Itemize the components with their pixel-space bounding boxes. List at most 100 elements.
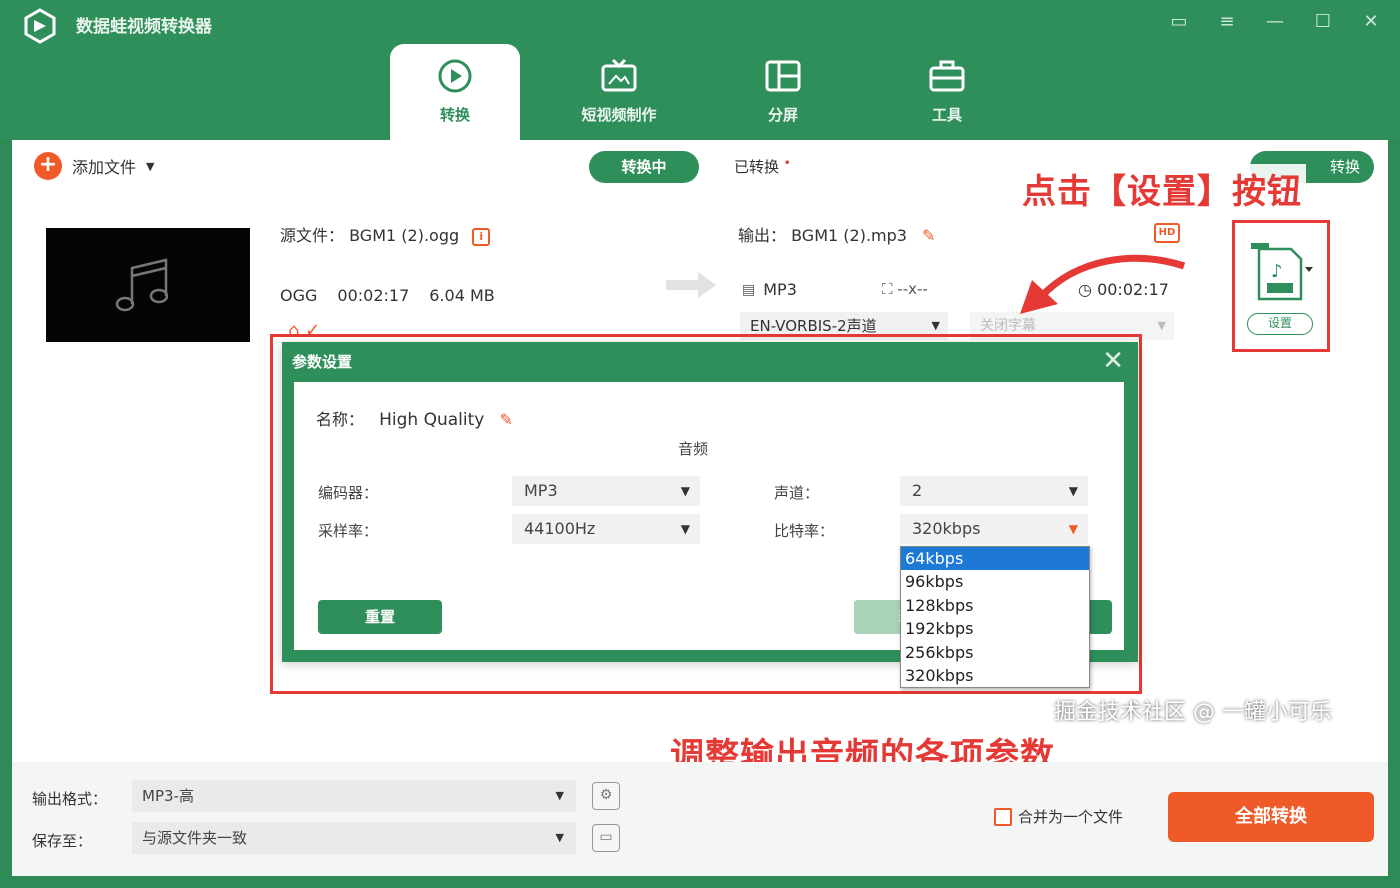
settings-button[interactable]: 设置 xyxy=(1247,313,1313,335)
convert-all-button[interactable]: 全部转换 xyxy=(1168,792,1374,842)
bitrate-option[interactable]: 96kbps xyxy=(901,570,1089,593)
bitrate-option[interactable]: 320kbps xyxy=(901,664,1089,687)
reset-button[interactable]: 重置 xyxy=(318,600,442,634)
output-file: 输出： BGM1 (2).mp3 ✎ xyxy=(738,222,935,246)
audio-section-title: 音频 xyxy=(678,440,709,458)
hd-icon[interactable]: HD xyxy=(1154,223,1180,243)
sample-rate-label: 采样率： xyxy=(318,522,379,540)
arrow-right-icon xyxy=(666,272,716,298)
feedback-icon[interactable]: ▭ xyxy=(1162,8,1196,36)
output-format-value: MP3 xyxy=(763,280,797,299)
source-label: 源文件： xyxy=(280,226,345,245)
bottom-bar: 输出格式： MP3-高 ▼ ⚙ 保存至： 与源文件夹一致 ▼ ▭ 合并为一个文件… xyxy=(12,762,1388,876)
bitrate-option[interactable]: 192kbps xyxy=(901,617,1089,640)
close-icon[interactable]: ✕ xyxy=(1354,8,1388,36)
app-logo-icon xyxy=(24,8,56,44)
bitrate-label: 比特率： xyxy=(774,522,835,540)
sample-rate-value: 44100Hz xyxy=(524,519,596,538)
merge-option[interactable]: 合并为一个文件 xyxy=(994,806,1123,827)
edit-icon[interactable]: ✎ xyxy=(499,410,512,429)
output-format: ▤ MP3 xyxy=(742,280,797,299)
menu-icon[interactable]: ≡ xyxy=(1210,8,1244,36)
main-panel: + 添加文件 ▼ 转换中 已转换 • 转换 点击【设置】按钮 源文件： BGM1… xyxy=(12,140,1388,876)
annotation-top: 点击【设置】按钮 xyxy=(1018,164,1306,213)
tab-convert[interactable]: 转换 xyxy=(390,44,520,140)
expand-icon: ⛶ xyxy=(882,280,893,298)
dialog-title: 参数设置 xyxy=(292,353,353,371)
main-tabs: 转换 短视频制作 分屏 工具 xyxy=(390,44,1012,140)
encoder-label: 编码器： xyxy=(318,484,379,502)
split-screen-icon xyxy=(765,60,801,92)
format-settings-icon[interactable]: ⚙ xyxy=(592,782,620,810)
add-file-button[interactable]: + 添加文件 ▼ xyxy=(34,152,154,180)
music-note-icon xyxy=(115,258,169,312)
chevron-down-icon[interactable]: ▼ xyxy=(146,160,154,173)
channel-select[interactable]: 2 ▼ xyxy=(900,476,1088,506)
source-filename: BGM1 (2).ogg xyxy=(349,226,460,245)
source-format: OGG xyxy=(280,286,318,305)
annotation-arrow-icon xyxy=(1020,254,1186,314)
window-controls: ▭ ≡ — ☐ ✕ xyxy=(1162,8,1388,36)
file-thumbnail xyxy=(46,228,250,342)
folder-icon[interactable]: ▭ xyxy=(592,824,620,852)
tab-converted[interactable]: 已转换 • xyxy=(734,156,791,177)
resolution-value: --x-- xyxy=(897,280,928,298)
bitrate-option[interactable]: 256kbps xyxy=(901,641,1089,664)
film-icon: ▤ xyxy=(742,281,756,298)
output-label: 输出： xyxy=(738,226,787,245)
close-icon[interactable]: ✕ xyxy=(1102,346,1124,376)
channel-value: 2 xyxy=(912,481,923,500)
chevron-down-icon: ▼ xyxy=(680,484,690,498)
output-resolution: ⛶ --x-- xyxy=(882,280,928,298)
save-to-value: 与源文件夹一致 xyxy=(142,829,248,847)
name-label: 名称： xyxy=(316,410,365,429)
tab-label: 工具 xyxy=(931,106,962,124)
maximize-icon[interactable]: ☐ xyxy=(1306,8,1340,36)
source-file: 源文件： BGM1 (2).ogg i xyxy=(280,222,491,246)
tab-converted-label: 已转换 xyxy=(734,158,780,176)
tab-label: 短视频制作 xyxy=(581,106,657,124)
channel-label: 声道： xyxy=(774,484,820,502)
minimize-icon[interactable]: — xyxy=(1258,8,1292,36)
chevron-down-icon: ▼ xyxy=(555,789,564,802)
encoder-value: MP3 xyxy=(524,481,558,500)
title-bar: 数据蛙视频转换器 ▭ ≡ — ☐ ✕ 转换 短视频制作 分屏 工具 xyxy=(0,0,1400,140)
profile-name: 名称： High Quality ✎ xyxy=(316,406,513,430)
source-meta: OGG 00:02:17 6.04 MB xyxy=(280,286,495,305)
tab-split-screen[interactable]: 分屏 xyxy=(718,44,848,140)
output-format-select[interactable]: MP3-高 ▼ xyxy=(132,780,576,812)
save-to-select[interactable]: 与源文件夹一致 ▼ xyxy=(132,822,576,854)
output-filename: BGM1 (2).mp3 xyxy=(791,226,907,245)
bitrate-value: 320kbps xyxy=(912,519,981,538)
notification-dot-icon: • xyxy=(783,156,791,170)
subtitle-value: 关闭字幕 xyxy=(980,318,1036,334)
audio-file-settings-icon[interactable]: ♪ xyxy=(1249,241,1315,305)
tab-tools[interactable]: 工具 xyxy=(882,44,1012,140)
source-size: 6.04 MB xyxy=(429,286,495,305)
source-duration: 00:02:17 xyxy=(337,286,410,305)
watermark: 掘金技术社区 @ 一罐小可乐 xyxy=(1054,700,1332,725)
audio-track-value: EN-VORBIS-2声道 xyxy=(750,317,877,335)
save-to-label: 保存至： xyxy=(32,832,93,850)
merge-label: 合并为一个文件 xyxy=(1018,808,1124,826)
output-format-label: 输出格式： xyxy=(32,790,108,808)
name-value: High Quality xyxy=(379,410,485,430)
tab-converting[interactable]: 转换中 xyxy=(589,151,699,183)
tv-icon xyxy=(601,58,637,92)
sample-rate-select[interactable]: 44100Hz ▼ xyxy=(512,514,700,544)
plus-icon: + xyxy=(34,152,62,180)
add-file-label: 添加文件 xyxy=(72,158,137,177)
chevron-down-icon: ▼ xyxy=(555,831,564,844)
bitrate-option[interactable]: 128kbps xyxy=(901,594,1089,617)
tab-short-video[interactable]: 短视频制作 xyxy=(554,44,684,140)
tab-label: 分屏 xyxy=(767,106,798,124)
merge-checkbox[interactable] xyxy=(994,807,1012,826)
tab-label: 转换 xyxy=(439,106,470,124)
bitrate-select[interactable]: 320kbps ▼ xyxy=(900,514,1088,544)
encoder-select[interactable]: MP3 ▼ xyxy=(512,476,700,506)
edit-icon[interactable]: ✎ xyxy=(922,226,935,245)
bitrate-option[interactable]: 64kbps xyxy=(901,547,1089,571)
svg-text:♪: ♪ xyxy=(1271,261,1283,282)
info-icon[interactable]: i xyxy=(472,227,491,246)
chevron-down-icon: ▼ xyxy=(1068,522,1078,536)
